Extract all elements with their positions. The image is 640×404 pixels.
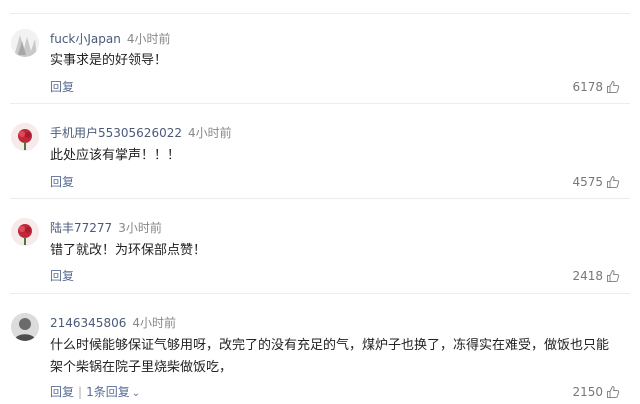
username[interactable]: 陆丰77277 [50, 221, 112, 235]
username[interactable]: 手机用户55305626022 [50, 126, 182, 140]
timestamp: 3小时前 [118, 221, 162, 235]
like-button[interactable]: 2418 [572, 268, 620, 287]
thumbs-up-icon [606, 80, 620, 98]
timestamp: 4小时前 [126, 32, 171, 46]
comment-text: 实事求是的好领导！ [50, 53, 168, 68]
avatar-image [11, 313, 39, 341]
chevron-down-icon: ⌄ [131, 388, 141, 399]
reply-button[interactable]: 回复 [50, 175, 74, 189]
like-count: 2418 [572, 269, 603, 283]
avatar-image [11, 123, 39, 151]
like-button[interactable]: 4575 [572, 174, 620, 193]
timestamp: 4小时前 [132, 316, 176, 330]
username[interactable]: 2146345806 [50, 316, 126, 330]
username[interactable]: fuck小Japan [50, 32, 121, 46]
timestamp: 4小时前 [187, 126, 232, 140]
comment-text: 错了就改！为环保部点赞！ [50, 243, 207, 258]
reply-button[interactable]: 回复 [50, 80, 74, 94]
like-button[interactable]: 2150 [572, 384, 620, 403]
like-count: 6178 [572, 80, 603, 94]
comment-text: 什么时候能够保证气够用呀，改完了的没有充足的气，煤炉子也换了，冻得实在难受，做饭… [50, 338, 610, 375]
comment-text: 此处应该有掌声！！！ [50, 148, 181, 163]
reply-button[interactable]: 回复 [50, 269, 74, 283]
like-count: 2150 [572, 385, 603, 399]
thumbs-up-icon [606, 385, 620, 403]
avatar[interactable] [11, 29, 39, 57]
comment-divider [10, 198, 630, 199]
thumbs-up-icon [606, 175, 620, 193]
avatar-image [11, 218, 39, 246]
comment-divider [10, 293, 630, 294]
like-count: 4575 [572, 175, 603, 189]
avatar[interactable] [11, 218, 39, 246]
reply-button[interactable]: 回复 [50, 385, 74, 399]
like-button[interactable]: 6178 [572, 79, 620, 98]
avatar[interactable] [11, 123, 39, 151]
separator: | [78, 385, 83, 399]
replies-count-label: 1条回复 [86, 385, 130, 399]
top-divider [10, 13, 630, 14]
avatar-image [11, 29, 39, 57]
thumbs-up-icon [606, 269, 620, 287]
view-replies-button[interactable]: 1条回复 ⌄ [86, 385, 140, 399]
avatar[interactable] [11, 313, 39, 341]
comment-divider [10, 103, 630, 104]
